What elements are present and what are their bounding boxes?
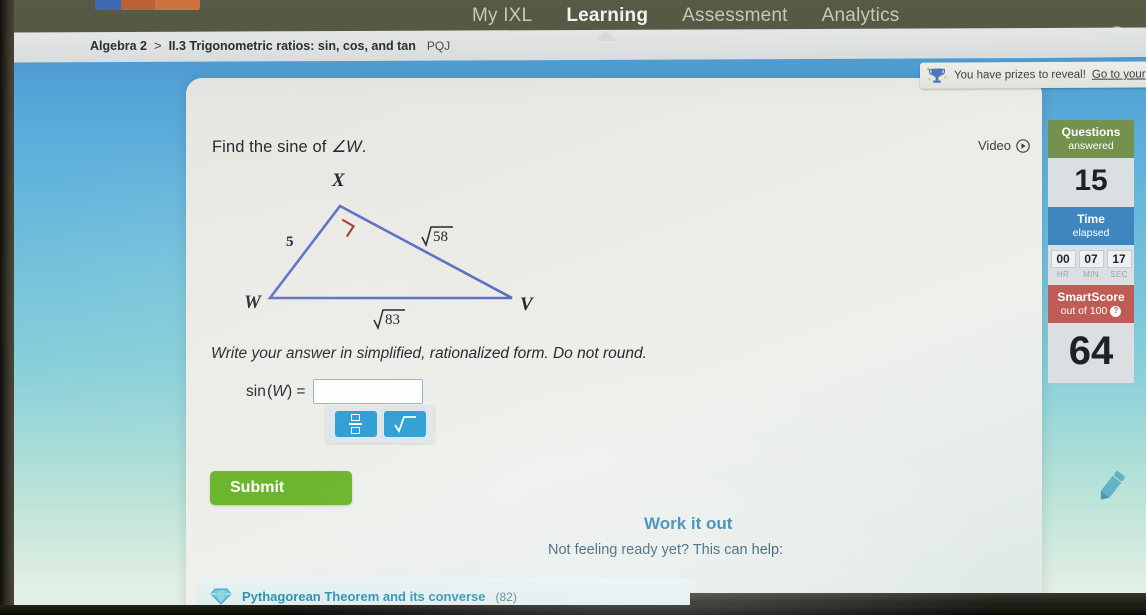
prompt-angle: ∠W [331,138,362,156]
smartscore-body: 64 [1048,323,1134,384]
timer-minutes-value: 07 [1078,250,1104,269]
nav-item-analytics[interactable]: Analytics [805,0,917,32]
prize-banner-link[interactable]: Go to your [1092,68,1146,80]
prompt-text-after: . [361,138,367,156]
browser-tab[interactable] [121,0,155,10]
fraction-key[interactable] [334,411,377,437]
fraction-glyph [349,414,362,434]
answer-instruction: Write your answer in simplified, rationa… [211,345,647,362]
answer-arg: W [272,382,287,400]
answer-input[interactable] [313,379,424,404]
questions-answered-body: 15 [1048,158,1134,208]
breadcrumb-subject[interactable]: Algebra 2 [90,39,147,53]
prompt-text-before: Find the sine of [212,138,332,156]
active-tab-arrow [594,31,618,41]
gem-icon [210,588,232,605]
svg-text:58: 58 [433,229,448,245]
timer-seconds: 17 SEC [1106,250,1132,280]
timer-minutes-label: MIN [1083,270,1099,280]
chevron-right-icon: > [153,38,162,53]
time-elapsed-header: Time elapsed [1048,207,1134,246]
help-skill-count: (82) [495,589,517,604]
timer-hours-value: 00 [1050,250,1076,269]
help-skill-link[interactable]: Pythagorean Theorem and its converse [242,589,485,604]
question-prompt: Find the sine of ∠W. [212,137,366,157]
breadcrumb: Algebra 2 > II.3 Trigonometric ratios: s… [90,38,450,53]
svg-text:83: 83 [385,312,400,328]
smartscore-value: 64 [1068,329,1114,374]
video-label: Video [978,138,1012,153]
questions-answered-title: Questions [1061,125,1121,139]
monitor-bezel-left [0,0,14,615]
time-elapsed-title: Time [1077,212,1105,227]
square-root-icon [393,416,416,433]
answer-row: sin (W) = [246,379,424,404]
breadcrumb-skill-code: PQJ [426,39,451,53]
questions-answered-subtitle: answered [1068,140,1114,152]
browser-tab-strip [95,0,200,10]
nav-item-list: My IXL Learning Assessment Analytics [455,0,916,32]
timer-hours: 00 HR [1050,250,1076,280]
side-label-wv: 83 [373,309,405,331]
question-mark-icon[interactable]: ? [1110,305,1122,317]
prize-banner-text: You have prizes to reveal! [953,68,1086,82]
answer-eq: = [296,382,306,400]
answer-label: sin (W) = [246,382,306,400]
side-label-wx: 5 [286,234,294,250]
vertex-label-w: W [244,292,262,313]
browser-tab[interactable] [155,0,200,10]
vertex-label-x: X [331,170,346,191]
timer-display: 00 HR 07 MIN 17 SEC [1048,245,1134,280]
monitor-bezel-bottom [0,605,1146,615]
questions-answered-header: Questions answered [1048,120,1134,159]
pencil-icon[interactable] [1092,467,1130,505]
square-root-key[interactable] [383,411,426,437]
answer-fn: sin [246,382,266,400]
timer-seconds-label: SEC [1110,270,1128,280]
side-label-xv: 58 [421,226,453,248]
help-row: Pythagorean Theorem and its converse (82… [210,588,517,605]
smartscore-subtitle-row: out of 100? [1050,305,1132,318]
right-angle-marker [341,218,356,238]
triangle-outline [267,204,513,300]
breadcrumb-skill: II.3 Trigonometric ratios: sin, cos, and… [168,39,416,53]
submit-button[interactable]: Submit [210,471,352,505]
screen-photo: My IXL Learning Assessment Analytics Alg… [0,0,1146,615]
browser-tab[interactable] [95,0,121,10]
progress-sidebar: Questions answered 15 Time elapsed 00 HR… [1048,120,1134,384]
time-elapsed-subtitle: elapsed [1072,227,1110,240]
play-circle-icon [1016,138,1030,153]
math-keypad [325,405,435,443]
vertex-label-v: V [520,294,534,315]
nav-item-assessment[interactable]: Assessment [665,0,804,32]
timer-hours-label: HR [1056,270,1070,280]
nav-item-learning[interactable]: Learning [549,0,665,32]
smartscore-header: SmartScore out of 100? [1048,285,1134,324]
smartscore-title: SmartScore [1057,290,1125,305]
timer-seconds-value: 17 [1106,250,1132,269]
triangle-figure: X W V 5 58 83 [244,170,534,331]
prize-banner[interactable]: You have prizes to reveal! Go to your [919,61,1146,89]
nav-item-my-ixl[interactable]: My IXL [455,0,549,32]
not-ready-text: Not feeling ready yet? This can help: [548,542,784,558]
trophy-icon [926,66,947,83]
timer-minutes: 07 MIN [1078,250,1104,280]
questions-answered-value: 15 [1074,164,1108,198]
work-it-out-heading: Work it out [644,514,733,533]
video-link[interactable]: Video [978,138,1030,153]
smartscore-subtitle: out of 100 [1060,305,1108,318]
